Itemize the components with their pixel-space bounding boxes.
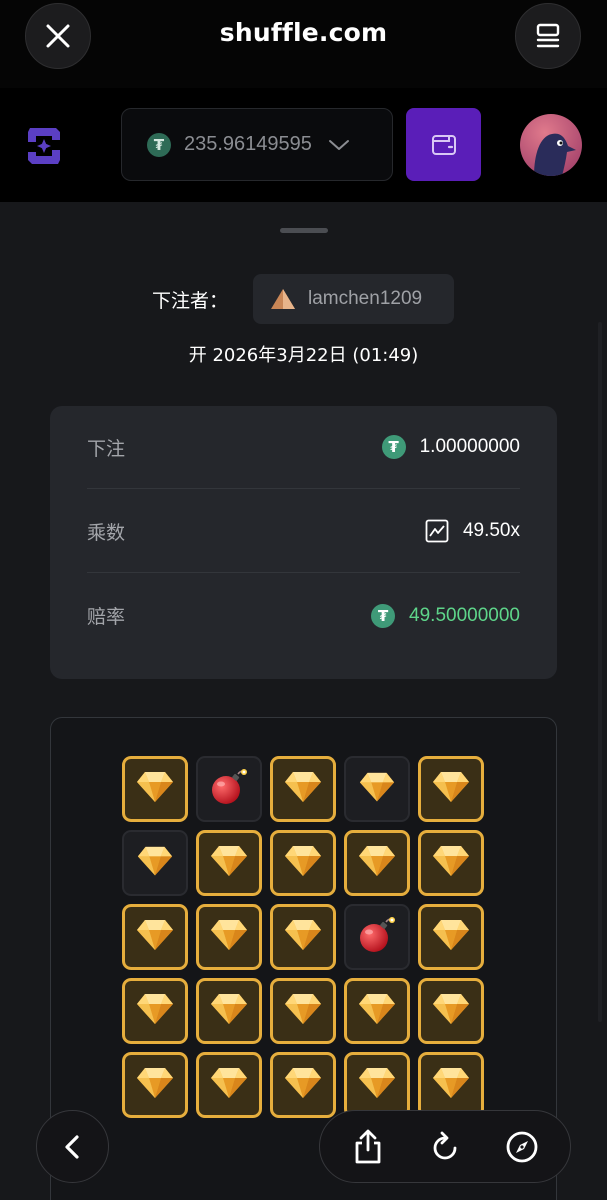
- gem-tile: [196, 904, 262, 970]
- gem-tile: [270, 756, 336, 822]
- gem-icon: [283, 918, 323, 956]
- stat-row-multiplier: 乘数 49.50x: [87, 490, 520, 573]
- tether-coin-icon: ₮: [147, 132, 171, 157]
- gem-tile: [122, 830, 188, 896]
- balance-selector[interactable]: ₮ 235.96149595: [121, 108, 393, 181]
- mine-tile: [344, 904, 410, 970]
- gem-tile: [344, 756, 410, 822]
- gem-icon: [431, 1066, 471, 1104]
- gem-icon: [357, 992, 397, 1030]
- reload-icon: [433, 1131, 457, 1159]
- chart-icon: [425, 519, 449, 543]
- gem-tile: [418, 1052, 484, 1118]
- browser-actions: [319, 1110, 571, 1183]
- payout-amount: 49.50000000: [409, 604, 520, 626]
- gem-icon: [209, 844, 249, 882]
- stat-label: 乘数: [87, 521, 126, 544]
- bettor-row: 下注者： lamchen1209: [0, 274, 607, 324]
- bet-amount: 1.00000000: [419, 436, 520, 457]
- gem-tile: [418, 830, 484, 896]
- user-chip[interactable]: lamchen1209: [253, 274, 454, 324]
- stat-value-payout: ₮ 49.50000000: [371, 603, 520, 628]
- gem-tile: [196, 1052, 262, 1118]
- gem-icon: [431, 918, 471, 956]
- gem-icon: [136, 845, 174, 881]
- scrollbar[interactable]: [598, 322, 602, 1022]
- gem-icon: [283, 844, 323, 882]
- gem-icon: [431, 992, 471, 1030]
- gem-tile: [196, 830, 262, 896]
- gem-tile: [196, 978, 262, 1044]
- wallet-button[interactable]: [406, 108, 481, 181]
- bet-details-sheet: 下注者： lamchen1209 开 2026年3月22日 (01:49) 下注…: [0, 202, 607, 1200]
- gem-tile: [344, 1052, 410, 1118]
- gem-icon: [135, 918, 175, 956]
- gem-tile: [418, 756, 484, 822]
- bomb-icon: [357, 915, 397, 959]
- mine-tile: [196, 756, 262, 822]
- balance-amount: 235.96149595: [184, 133, 312, 155]
- gem-icon: [431, 844, 471, 882]
- gem-tile: [270, 1052, 336, 1118]
- penguin-avatar-icon: [520, 114, 582, 176]
- gem-icon: [135, 1066, 175, 1104]
- share-icon: [355, 1129, 381, 1163]
- gem-tile: [418, 904, 484, 970]
- gem-icon: [431, 770, 471, 808]
- share-button[interactable]: [348, 1127, 388, 1167]
- browser-toolbar: shuffle.com: [0, 0, 607, 88]
- gem-icon: [357, 1066, 397, 1104]
- gem-tile: [122, 978, 188, 1044]
- sheet-drag-handle[interactable]: [280, 228, 328, 233]
- bet-date: 开 2026年3月22日 (01:49): [188, 345, 419, 366]
- back-icon: [64, 1134, 79, 1159]
- bomb-icon: [209, 767, 249, 811]
- back-button[interactable]: [36, 1110, 109, 1183]
- bettor-label: 下注者：: [152, 290, 229, 312]
- multiplier-value: 49.50x: [462, 520, 520, 541]
- site-header: ₮ 235.96149595: [0, 88, 607, 202]
- stat-row-bet: 下注 ₮ 1.00000000: [87, 406, 520, 489]
- gem-tile: [122, 756, 188, 822]
- gem-icon: [209, 1066, 249, 1104]
- stat-value-multiplier: 49.50x: [425, 519, 520, 543]
- stat-label: 赔率: [87, 606, 126, 628]
- compass-button[interactable]: [502, 1127, 542, 1167]
- bet-stats-card: 下注 ₮ 1.00000000 乘数 49.50x 赔率 ₮ 49.500000…: [50, 406, 557, 679]
- gem-icon: [135, 992, 175, 1030]
- gem-tile: [344, 978, 410, 1044]
- tabs-button[interactable]: [515, 3, 581, 69]
- gem-icon: [135, 770, 175, 808]
- gem-tile: [122, 1052, 188, 1118]
- gem-tile: [344, 830, 410, 896]
- gem-icon: [209, 992, 249, 1030]
- compass-icon: [506, 1131, 538, 1162]
- gem-icon: [357, 844, 397, 882]
- rank-triangle-icon: [271, 289, 295, 309]
- gem-tile: [270, 978, 336, 1044]
- gem-icon: [283, 1066, 323, 1104]
- gem-icon: [283, 992, 323, 1030]
- wallet-icon: [431, 134, 456, 155]
- mines-grid: [122, 756, 488, 1118]
- stat-label: 下注: [87, 437, 126, 460]
- tether-coin-icon: ₮: [381, 435, 406, 459]
- shuffle-logo-icon[interactable]: [24, 124, 64, 168]
- username: lamchen1209: [308, 288, 423, 309]
- gem-icon: [283, 770, 323, 808]
- gem-tile: [270, 830, 336, 896]
- tabs-icon: [536, 23, 560, 48]
- chevron-down-icon: [328, 139, 349, 150]
- stat-row-payout: 赔率 ₮ 49.50000000: [87, 574, 520, 657]
- stat-value-bet: ₮ 1.00000000: [381, 435, 520, 459]
- gem-tile: [270, 904, 336, 970]
- gem-tile: [122, 904, 188, 970]
- reload-button[interactable]: [425, 1127, 465, 1167]
- tether-coin-icon: ₮: [371, 603, 396, 628]
- gem-tile: [418, 978, 484, 1044]
- avatar[interactable]: [520, 114, 582, 176]
- gem-icon: [209, 918, 249, 956]
- gem-icon: [358, 771, 396, 807]
